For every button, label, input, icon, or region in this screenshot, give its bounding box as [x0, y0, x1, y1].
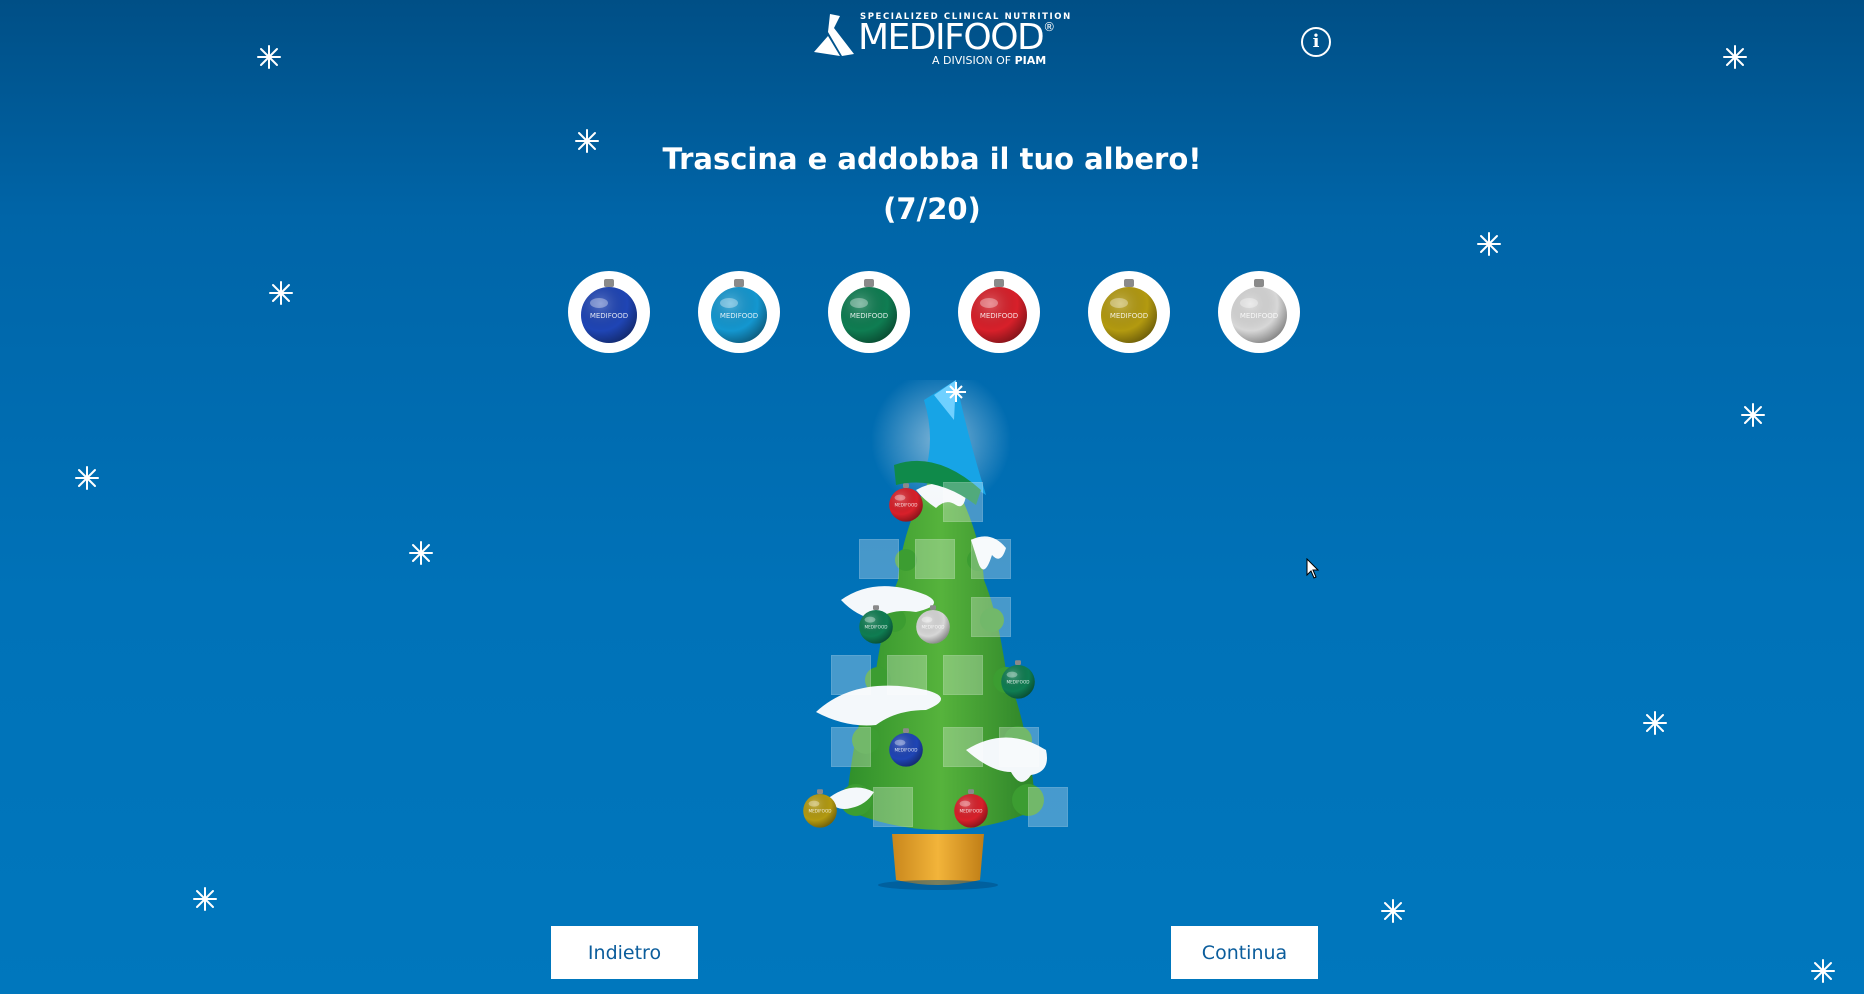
tree-drop-slot[interactable] [999, 727, 1039, 767]
tree-drop-slot[interactable] [943, 727, 983, 767]
logo-brand: MEDIFOOD® [858, 17, 1055, 58]
game-title: Trascina e addobba il tuo albero! (7/20) [0, 134, 1864, 234]
snowflake-icon [1722, 44, 1748, 70]
snowflake-icon [268, 280, 294, 306]
tree-drop-slot[interactable] [971, 539, 1011, 579]
placed-ornament-green[interactable]: MEDIFOOD [858, 604, 894, 650]
snowflake-icon [192, 886, 218, 912]
svg-text:MEDIFOOD: MEDIFOOD [809, 809, 832, 814]
snowflake-icon [408, 540, 434, 566]
svg-text:MEDIFOOD: MEDIFOOD [590, 312, 628, 320]
svg-text:MEDIFOOD: MEDIFOOD [980, 312, 1018, 320]
palette-ornament-dark-blue[interactable]: MEDIFOOD [568, 271, 650, 353]
snowflake-icon [1642, 710, 1668, 736]
svg-text:MEDIFOOD: MEDIFOOD [922, 625, 945, 630]
snowflake-icon [1476, 231, 1502, 257]
tree-drop-slot[interactable] [971, 597, 1011, 637]
placed-ornament-gold[interactable]: MEDIFOOD [802, 788, 838, 834]
tree-drop-slot[interactable] [943, 482, 983, 522]
placed-ornament-dark-blue[interactable]: MEDIFOOD [888, 727, 924, 773]
ornament-red-icon: MEDIFOOD [969, 279, 1029, 349]
tree-drop-slot[interactable] [831, 655, 871, 695]
ornament-silver-icon: MEDIFOOD [1229, 279, 1289, 349]
placed-ornament-red[interactable]: MEDIFOOD [953, 788, 989, 834]
snowflake-icon [1380, 898, 1406, 924]
placed-ornament-silver[interactable]: MEDIFOOD [915, 604, 951, 650]
palette-ornament-green[interactable]: MEDIFOOD [828, 271, 910, 353]
info-button[interactable]: i [1301, 27, 1331, 57]
palette-ornament-gold[interactable]: MEDIFOOD [1088, 271, 1170, 353]
svg-text:MEDIFOOD: MEDIFOOD [960, 809, 983, 814]
snowflake-icon [1810, 958, 1836, 984]
tree-drop-slot[interactable] [887, 655, 927, 695]
tree-drop-slot[interactable] [859, 539, 899, 579]
tree-drop-slot[interactable] [915, 539, 955, 579]
svg-text:MEDIFOOD: MEDIFOOD [850, 312, 888, 320]
placed-ornament-red[interactable]: MEDIFOOD [888, 482, 924, 528]
tree-drop-slot[interactable] [943, 655, 983, 695]
snowflake-icon [256, 44, 282, 70]
ornament-gold-icon: MEDIFOOD [1099, 279, 1159, 349]
palette-ornament-red[interactable]: MEDIFOOD [958, 271, 1040, 353]
ornament-light-blue-icon: MEDIFOOD [709, 279, 769, 349]
svg-text:MEDIFOOD: MEDIFOOD [1110, 312, 1148, 320]
medifood-logo: SPECIALIZED CLINICAL NUTRITION MEDIFOOD®… [812, 10, 1070, 72]
back-button[interactable]: Indietro [551, 926, 698, 979]
logo-division: A DIVISION OF PIAM [932, 54, 1047, 67]
ornament-green-icon: MEDIFOOD [839, 279, 899, 349]
placed-ornament-green[interactable]: MEDIFOOD [1000, 659, 1036, 705]
continue-button[interactable]: Continua [1171, 926, 1318, 979]
svg-text:MEDIFOOD: MEDIFOOD [1240, 312, 1278, 320]
svg-text:MEDIFOOD: MEDIFOOD [895, 503, 918, 508]
svg-text:MEDIFOOD: MEDIFOOD [865, 625, 888, 630]
palette-ornament-silver[interactable]: MEDIFOOD [1218, 271, 1300, 353]
info-circle-icon: i [1312, 31, 1320, 52]
logo-mark-icon [814, 14, 854, 56]
progress-counter: (7/20) [883, 192, 981, 226]
mouse-cursor-icon [1306, 558, 1320, 579]
palette-ornament-light-blue[interactable]: MEDIFOOD [698, 271, 780, 353]
svg-text:MEDIFOOD: MEDIFOOD [895, 748, 918, 753]
snowflake-icon [1740, 402, 1766, 428]
instruction-text: Trascina e addobba il tuo albero! [662, 142, 1202, 176]
tree-drop-slot[interactable] [831, 727, 871, 767]
tree-drop-slot[interactable] [1028, 787, 1068, 827]
snowflake-icon [74, 465, 100, 491]
tree-drop-slot[interactable] [873, 787, 913, 827]
svg-text:MEDIFOOD: MEDIFOOD [1007, 680, 1030, 685]
ornament-dark-blue-icon: MEDIFOOD [579, 279, 639, 349]
svg-text:MEDIFOOD: MEDIFOOD [720, 312, 758, 320]
